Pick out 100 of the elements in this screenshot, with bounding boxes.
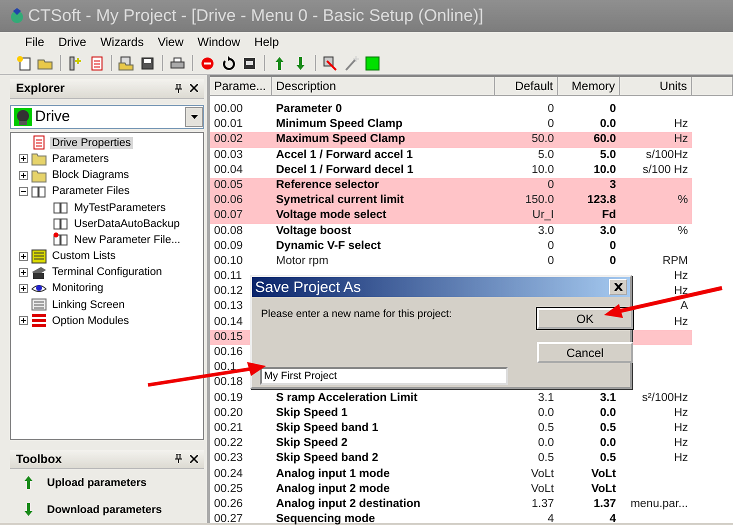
- default-value: 0.5: [538, 452, 554, 464]
- tree-item[interactable]: Linking Screen: [50, 298, 127, 311]
- table-row[interactable]: 00.07 Voltage mode select Ur_I Fd: [210, 208, 692, 224]
- pin-icon[interactable]: [175, 454, 182, 464]
- pin-icon[interactable]: [175, 84, 182, 93]
- memory-value: VoLt: [591, 482, 616, 495]
- toolbox-item[interactable]: Download parameters: [47, 504, 162, 516]
- tree-item[interactable]: Drive Properties: [50, 136, 133, 149]
- new-file-icon[interactable]: [16, 54, 33, 72]
- table-row[interactable]: 00.27 Sequencing mode 4 4: [210, 512, 692, 525]
- table-row[interactable]: 00.10 Motor rpm 0 0 RPM: [210, 254, 692, 270]
- memory-value: 0: [610, 240, 616, 252]
- device-dropdown[interactable]: Drive: [10, 104, 204, 129]
- memory-value: 3.0: [600, 224, 616, 236]
- table-row[interactable]: 00.24 Analog input 1 mode VoLt VoLt: [210, 466, 692, 482]
- menu-item[interactable]: Window: [192, 34, 246, 50]
- tree-item[interactable]: Custom Lists: [50, 250, 118, 262]
- book-icon: [31, 184, 47, 199]
- table-row[interactable]: 00.08 Voltage boost 3.0 3.0 %: [210, 224, 692, 239]
- project-name-field[interactable]: My First Project: [260, 367, 508, 385]
- dialog-button[interactable]: OK: [537, 308, 633, 329]
- book-icon: [53, 216, 69, 232]
- table-row[interactable]: 00.05 Reference selector 0 3: [210, 178, 692, 194]
- tree-item[interactable]: Parameter Files: [50, 185, 132, 198]
- terminal-icon: [31, 264, 47, 280]
- tree-item[interactable]: Block Diagrams: [50, 169, 132, 182]
- tree-item[interactable]: New Parameter File...: [72, 234, 182, 246]
- memory-value: 60.0: [594, 133, 616, 146]
- table-row[interactable]: 00.09 Dynamic V-F select 0 0: [210, 238, 692, 254]
- menu-item[interactable]: File: [20, 34, 50, 50]
- save-icon[interactable]: [139, 54, 156, 72]
- parameter-description: Sequencing mode: [276, 513, 376, 525]
- close-icon[interactable]: [190, 454, 198, 463]
- table-row[interactable]: 00.02 Maximum Speed Clamp 50.0 60.0 Hz: [210, 132, 692, 148]
- open-file-icon[interactable]: [118, 54, 135, 72]
- reset-icon[interactable]: [220, 54, 237, 72]
- units-value: A: [680, 300, 688, 312]
- column-header[interactable]: Memory: [558, 77, 620, 96]
- parameter-description: Minimum Speed Clamp: [276, 118, 403, 130]
- expand-icon[interactable]: [19, 154, 28, 164]
- table-row[interactable]: 00.20 Skip Speed 1 0.0 0.0 Hz: [210, 406, 692, 421]
- units-value: Hz: [674, 133, 688, 146]
- folder-icon: [31, 168, 47, 183]
- add-parameter-icon[interactable]: [67, 54, 84, 72]
- tree-item[interactable]: Parameters: [50, 152, 111, 165]
- expand-icon[interactable]: [19, 316, 28, 326]
- table-row[interactable]: 00.22 Skip Speed 2 0.0 0.0 Hz: [210, 436, 692, 452]
- dialog-button[interactable]: Cancel: [537, 342, 633, 363]
- table-row[interactable]: 00.04 Decel 1 / Forward decel 1 10.0 10.0 s/100 Hz: [210, 162, 692, 178]
- column-header[interactable]: Units: [620, 77, 692, 96]
- default-value: 0.5: [538, 422, 554, 434]
- default-value: 0.0: [538, 406, 554, 419]
- expand-icon[interactable]: [19, 284, 28, 293]
- table-row[interactable]: 00.23 Skip Speed band 2 0.5 0.5 Hz: [210, 451, 692, 466]
- menu-item[interactable]: Wizards: [95, 34, 149, 50]
- toolbox-item[interactable]: Upload parameters: [47, 476, 147, 489]
- dropdown-arrow-icon[interactable]: [190, 114, 198, 119]
- status-square-icon[interactable]: [364, 54, 381, 72]
- table-row[interactable]: 00.01 Minimum Speed Clamp 0 0.0 Hz: [210, 117, 692, 132]
- units-value: Hz: [674, 406, 688, 419]
- expand-icon[interactable]: [19, 268, 28, 277]
- tree-item[interactable]: Terminal Configuration: [50, 266, 164, 278]
- default-value: 4: [548, 513, 554, 525]
- tree-item[interactable]: UserDataAutoBackup: [72, 218, 182, 230]
- compare-icon[interactable]: [322, 54, 339, 72]
- column-header[interactable]: Default: [495, 77, 558, 96]
- parameter-number: 00.24: [214, 468, 243, 480]
- table-row[interactable]: 00.03 Accel 1 / Forward accel 1 5.0 5.0 s/100Hz: [210, 148, 692, 163]
- collapse-icon[interactable]: [19, 186, 28, 196]
- printer-icon[interactable]: [169, 54, 186, 72]
- table-row[interactable]: 00.06 Symetrical current limit 150.0 123.8 %: [210, 193, 692, 208]
- stop-icon[interactable]: [199, 54, 216, 72]
- dialog-prompt: Please enter a new name for this project:: [261, 308, 452, 320]
- parameter-description: Skip Speed band 1: [276, 422, 378, 434]
- column-header[interactable]: Parame...: [210, 77, 272, 96]
- table-row[interactable]: 00.25 Analog input 2 mode VoLt VoLt: [210, 482, 692, 497]
- close-icon[interactable]: [190, 84, 198, 92]
- table-row[interactable]: 00.00 Parameter 0 0 0: [210, 102, 692, 118]
- table-row[interactable]: 00.26 Analog input 2 destination 1.37 1.37 menu.par...: [210, 496, 692, 512]
- tree-item[interactable]: Monitoring: [50, 282, 106, 294]
- tree-item[interactable]: MyTestParameters: [72, 202, 168, 214]
- menu-item[interactable]: View: [152, 34, 188, 50]
- memory-value: 0.5: [600, 422, 616, 434]
- window-title: CTSoft - My Project - [Drive - Menu 0 - Basic Setup (Online)]: [28, 6, 484, 26]
- table-row[interactable]: 00.19 S ramp Acceleration Limit 3.1 3.1 s²/100Hz: [210, 390, 692, 406]
- expand-icon[interactable]: [19, 252, 28, 261]
- close-icon[interactable]: [614, 283, 622, 291]
- memory-value: 3: [610, 178, 616, 191]
- parameter-number: 00.08: [214, 224, 243, 236]
- parameter-description: Decel 1 / Forward decel 1: [276, 164, 414, 176]
- list-icon: [31, 248, 47, 264]
- close-button[interactable]: [609, 279, 627, 295]
- tree-item[interactable]: Option Modules: [50, 314, 132, 327]
- column-header[interactable]: Description: [272, 77, 495, 96]
- expand-icon[interactable]: [19, 170, 28, 180]
- parameter-number: 00.09: [214, 240, 243, 252]
- menu-item[interactable]: Drive: [53, 34, 92, 50]
- table-row[interactable]: 00.21 Skip Speed band 1 0.5 0.5 Hz: [210, 420, 692, 436]
- menu-item[interactable]: Help: [249, 34, 284, 50]
- default-value: 0: [548, 254, 554, 267]
